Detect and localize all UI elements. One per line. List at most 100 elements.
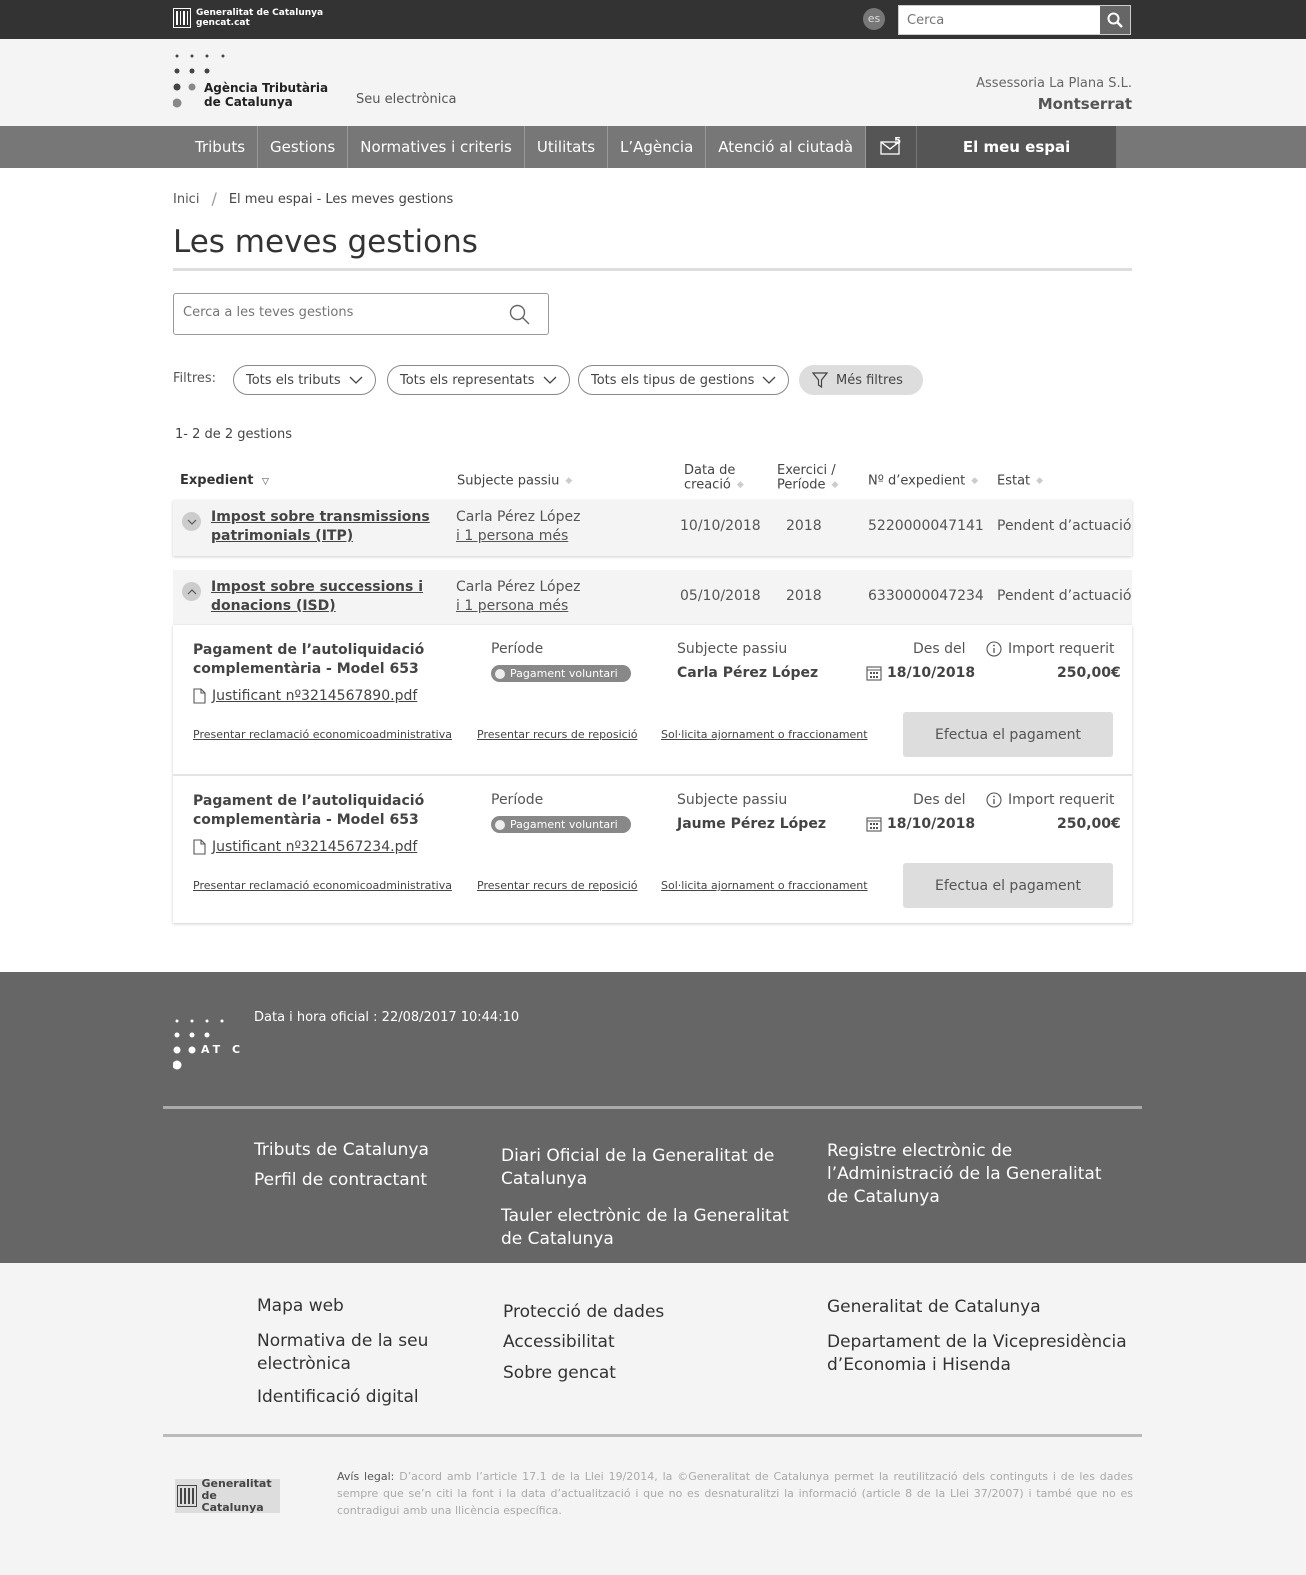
filter-tributs[interactable]: Tots els tributs [233,365,376,395]
num-expedient-cell: 5220000047141 [868,518,984,534]
footer-link-perfil[interactable]: Perfil de contractant [254,1169,427,1192]
col-header-exercici-line2: Període [777,477,826,493]
agency-name-line1: Agència Tributària [204,81,329,95]
expedient-link[interactable]: Impost sobre transmissions patrimonials … [211,508,431,546]
reclamacio-link[interactable]: Presentar reclamació economicoadministra… [193,879,452,892]
gencat-bars-icon [177,1485,197,1507]
nav-item-normatives[interactable]: Normatives i criteris [348,126,525,168]
footer-link-generalitat[interactable]: Generalitat de Catalunya [827,1296,1041,1319]
import-value: 250,00€ [1057,665,1121,681]
top-search-button[interactable] [1100,6,1130,34]
collapse-row-button[interactable] [182,582,201,601]
status-cell: Pendent d’actuació [997,518,1132,534]
filter-tributs-label: Tots els tributs [246,372,341,388]
filter-tipus-label: Tots els tipus de gestions [591,372,755,388]
sort-icon: ◆ [831,480,839,490]
generalitat-logo-line2: de Catalunya [201,1489,264,1514]
expedient-link[interactable]: Impost sobre successions i donacions (IS… [211,578,431,616]
footer-link-normativa[interactable]: Normativa de la seu electrònica [257,1330,457,1376]
sort-desc-icon: ▽ [261,477,269,487]
periode-badge: Pagament voluntari [491,665,631,682]
user-organization: Assessoria La Plana S.L. [976,76,1132,91]
pay-button[interactable]: Efectua el pagament [903,863,1113,908]
user-name[interactable]: Montserrat [1038,95,1132,113]
title-divider [173,268,1132,271]
nav-item-utilitats[interactable]: Utilitats [525,126,609,168]
subjecte-value: Jaume Pérez López [677,816,826,832]
des-del-label: Des del [913,792,966,808]
footer-link-departament[interactable]: Departament de la Vicepresidència d’Econ… [827,1331,1127,1377]
footer-link-sobre-gencat[interactable]: Sobre gencat [503,1362,616,1385]
breadcrumb-home[interactable]: Inici [173,192,199,207]
filter-representats[interactable]: Tots els representats [387,365,570,395]
footer-link-identificacio[interactable]: Identificació digital [257,1386,419,1409]
subjecte-label: Subjecte passiu [677,792,788,808]
info-icon[interactable] [986,792,1002,808]
gestions-search-input[interactable] [183,305,493,320]
subjecte-cell: Carla Pérez López i 1 persona més [456,508,580,546]
nav-item-tributs[interactable]: Tributs [173,126,259,168]
footer-link-tauler[interactable]: Tauler electrònic de la Generalitat de C… [501,1205,801,1251]
table-row[interactable]: Impost sobre successions i donacions (IS… [173,570,1132,626]
col-header-estat-label: Estat [997,473,1031,489]
col-header-expedient[interactable]: Expedient ▽ [180,474,269,489]
footer-link-registre[interactable]: Registre electrònic de l’Administració d… [827,1140,1127,1209]
col-header-exercici[interactable]: Exercici / Període ◆ [777,464,838,493]
status-dot-icon [495,819,505,830]
gencat-bars-icon [173,8,191,28]
expand-row-button[interactable] [182,512,201,531]
site-header: Agència Tributària de Catalunya Seu elec… [0,39,1306,126]
des-del-value: 18/10/2018 [866,816,975,832]
des-del-date: 18/10/2018 [887,665,976,681]
justificant-link[interactable]: Justificant nº3214567234.pdf [193,839,417,855]
col-header-num-expedient[interactable]: Nº d’expedient ◆ [868,474,978,489]
reclamacio-link[interactable]: Presentar reclamació economicoadministra… [193,728,452,741]
col-header-subjecte[interactable]: Subjecte passiu ◆ [457,474,572,489]
sort-icon: ◆ [736,480,744,490]
ajornament-link[interactable]: Sol·licita ajornament o fraccionament [661,728,868,741]
periode-badge: Pagament voluntari [491,816,631,833]
language-switch[interactable]: es [863,8,885,30]
col-header-data-line1: Data de [684,463,736,478]
pay-button[interactable]: Efectua el pagament [903,712,1113,757]
gencat-logo-line1: Generalitat de Catalunya [196,8,324,18]
search-icon[interactable] [509,304,530,325]
nav-item-gestions[interactable]: Gestions [258,126,349,168]
gencat-logo[interactable]: Generalitat de Catalunya gencat.cat [173,8,323,28]
col-header-exercici-line1: Exercici / [777,463,836,478]
subjecte-name: Carla Pérez López [456,509,581,525]
footer-link-proteccio[interactable]: Protecció de dades [503,1301,664,1324]
breadcrumb-separator: / [211,189,217,208]
justificant-link[interactable]: Justificant nº3214567890.pdf [193,688,417,704]
subjecte-more-link[interactable]: i 1 persona més [456,527,580,546]
periode-badge-text: Pagament voluntari [510,818,618,831]
breadcrumb: Inici / El meu espai - Les meves gestion… [173,189,453,208]
footer-link-mapa[interactable]: Mapa web [257,1295,344,1318]
recurs-reposicio-link[interactable]: Presentar recurs de reposició [477,728,637,741]
more-filters-button[interactable]: Més filtres [799,365,923,395]
col-header-expedient-label: Expedient [180,473,254,488]
col-header-num-label: Nº d’expedient [868,473,966,489]
filter-tipus-gestions[interactable]: Tots els tipus de gestions [578,365,790,395]
recurs-reposicio-link[interactable]: Presentar recurs de reposició [477,879,637,892]
subjecte-more-link[interactable]: i 1 persona més [456,597,580,616]
nav-item-atencio[interactable]: Atenció al ciutadà [706,126,867,168]
footer-divider [163,1434,1142,1437]
nav-mail-button[interactable]: 5 [866,126,918,168]
nav-item-agencia[interactable]: L’Agència [608,126,707,168]
nav-item-el-meu-espai[interactable]: El meu espai [917,126,1117,168]
justificant-filename: Justificant nº3214567890.pdf [212,688,418,704]
generalitat-logo[interactable]: Generalitat de Catalunya [175,1478,280,1514]
footer-link-tributs[interactable]: Tributs de Catalunya [254,1139,429,1162]
agency-name: Agència Tributària de Catalunya [204,81,328,109]
periode-label: Període [491,641,544,657]
ajornament-link[interactable]: Sol·licita ajornament o fraccionament [661,879,868,892]
footer-link-accessibilitat[interactable]: Accessibilitat [503,1331,615,1354]
table-row[interactable]: Impost sobre transmissions patrimonials … [173,500,1132,556]
calendar-icon [866,817,882,832]
info-icon[interactable] [986,641,1002,657]
col-header-estat[interactable]: Estat ◆ [997,474,1043,489]
footer-link-diari[interactable]: Diari Oficial de la Generalitat de Catal… [501,1145,781,1191]
top-search-input[interactable] [899,6,1100,34]
col-header-data[interactable]: Data de creació ◆ [684,464,744,493]
